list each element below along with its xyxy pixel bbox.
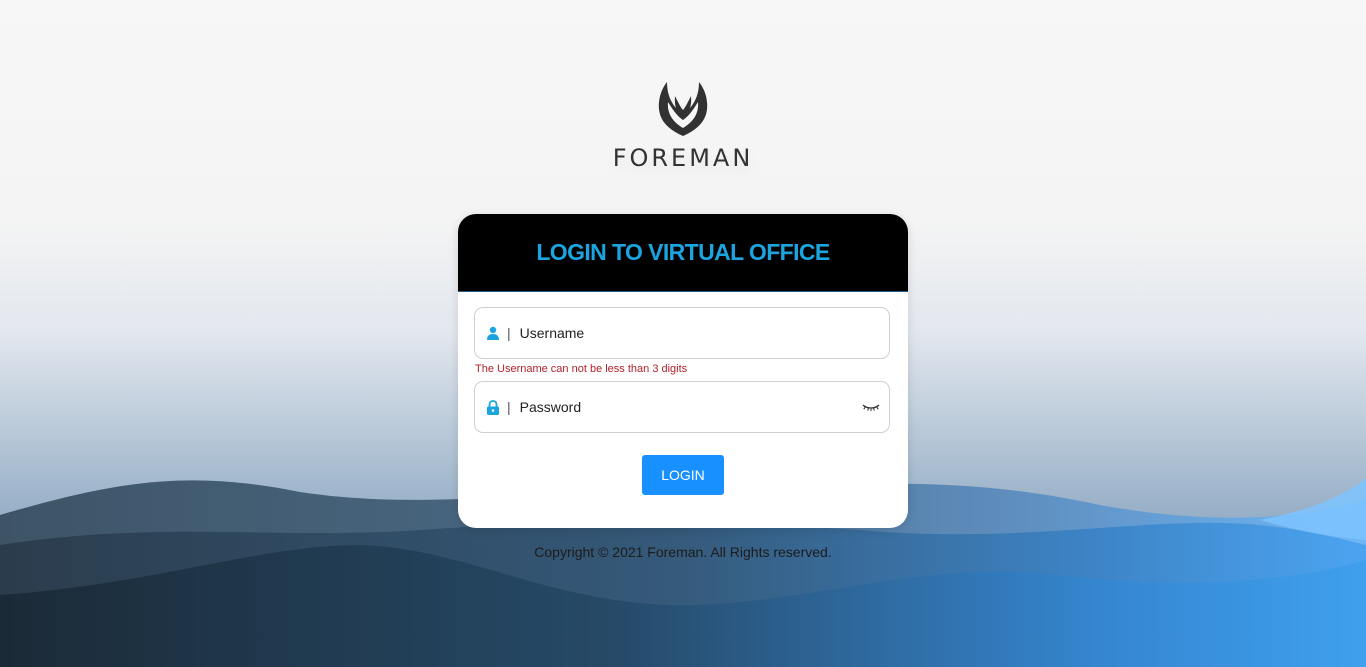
foreman-wings-logo xyxy=(658,82,708,136)
login-button[interactable]: LOGIN xyxy=(642,455,724,495)
brand-logo: FOREMAN xyxy=(0,80,1366,172)
copyright-text: Copyright © 2021 Foreman. All Rights res… xyxy=(534,544,832,560)
password-separator: | xyxy=(507,399,511,415)
user-icon xyxy=(485,325,501,341)
password-field[interactable]: | xyxy=(474,381,890,433)
card-title: LOGIN TO VIRTUAL OFFICE xyxy=(536,239,830,265)
brand-name: FOREMAN xyxy=(612,144,754,172)
card-header: LOGIN TO VIRTUAL OFFICE xyxy=(458,214,908,292)
username-field[interactable]: | xyxy=(474,307,890,359)
lock-icon xyxy=(485,399,501,415)
username-input[interactable] xyxy=(519,325,850,341)
eye-closed-icon[interactable] xyxy=(861,399,881,415)
password-input[interactable] xyxy=(519,399,850,415)
username-separator: | xyxy=(507,325,511,341)
login-card: LOGIN TO VIRTUAL OFFICE | The Username c… xyxy=(458,214,908,528)
username-error: The Username can not be less than 3 digi… xyxy=(475,363,688,375)
